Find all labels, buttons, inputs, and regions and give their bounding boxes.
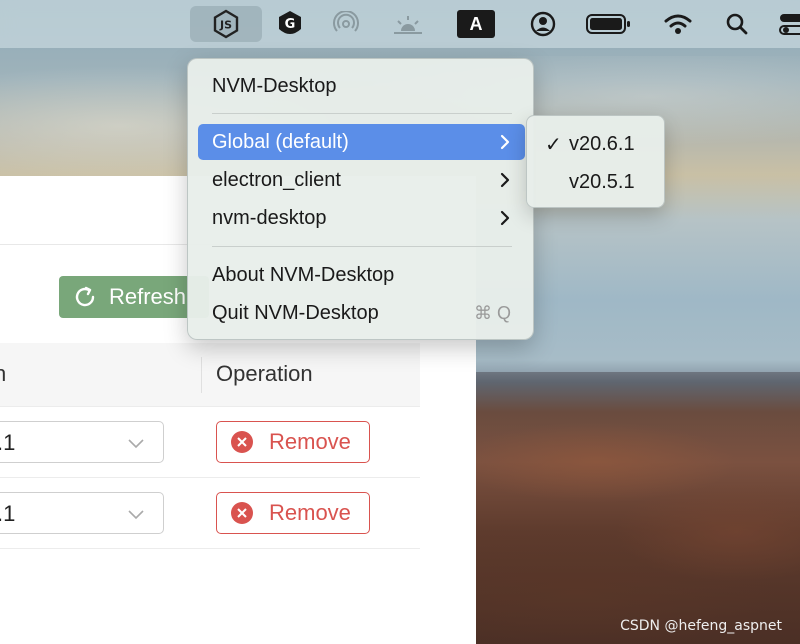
wallpaper-landscape	[476, 372, 800, 644]
close-circle-icon	[231, 502, 253, 524]
table-row: .1 Remove	[0, 407, 420, 478]
menu-bar: JS G A	[0, 0, 800, 48]
brightness-icon	[394, 16, 422, 34]
submenu-item-label: v20.5.1	[569, 171, 635, 193]
remove-button[interactable]: Remove	[216, 492, 370, 534]
refresh-icon	[75, 286, 95, 307]
table-row: .1 Remove	[0, 478, 420, 549]
menu-item-electron-client[interactable]: electron_client	[198, 162, 525, 198]
menu-item-about[interactable]: About NVM-Desktop	[198, 257, 525, 293]
submenu-item-label: v20.6.1	[569, 133, 635, 155]
tray-dropdown-menu: NVM-Desktop Global (default) electron_cl…	[187, 58, 534, 340]
versions-table: n Operation .1 Remove .1	[0, 343, 420, 549]
checkmark-icon: ✓	[545, 134, 562, 156]
menu-item-label: Quit NVM-Desktop	[212, 302, 379, 324]
menu-separator	[212, 246, 512, 247]
control-center-icon	[779, 14, 800, 35]
column-header-operation: Operation	[216, 361, 313, 386]
remove-label: Remove	[269, 429, 351, 454]
submenu-item-v20-6-1[interactable]: ✓ v20.6.1	[533, 126, 660, 160]
input-source-icon: A	[457, 10, 495, 38]
chevron-right-icon	[500, 172, 510, 188]
airdrop-tray-item[interactable]	[330, 6, 362, 42]
menu-title: NVM-Desktop	[198, 68, 525, 104]
menu-title-label: NVM-Desktop	[212, 75, 337, 97]
chevron-right-icon	[500, 210, 510, 226]
column-header-version: n	[0, 361, 7, 386]
version-select[interactable]: .1	[0, 492, 164, 534]
remove-button[interactable]: Remove	[216, 421, 370, 463]
svg-text:JS: JS	[219, 19, 232, 32]
version-select[interactable]: .1	[0, 421, 164, 463]
spotlight-tray-item[interactable]	[722, 6, 752, 42]
menu-item-global[interactable]: Global (default)	[198, 124, 525, 160]
version-select-value: .1	[0, 501, 16, 526]
column-separator	[201, 357, 202, 393]
input-source-tray-item[interactable]: A	[456, 6, 496, 42]
watermark: CSDN @hefeng_aspnet	[620, 618, 782, 634]
svg-text:G: G	[285, 17, 296, 32]
input-source-label: A	[469, 13, 483, 34]
chevron-down-icon	[128, 510, 144, 520]
user-tray-item[interactable]	[528, 6, 558, 42]
menu-separator	[212, 113, 512, 114]
battery-tray-item[interactable]	[584, 6, 632, 42]
airdrop-icon	[333, 11, 359, 32]
chevron-down-icon	[128, 439, 144, 449]
menu-item-label: electron_client	[212, 169, 341, 191]
close-circle-icon	[231, 431, 253, 453]
wifi-icon	[664, 14, 692, 34]
chevron-right-icon	[500, 134, 510, 150]
quit-shortcut: ⌘ Q	[473, 303, 511, 323]
remove-label: Remove	[269, 500, 351, 525]
menu-item-label: nvm-desktop	[212, 207, 327, 229]
g-app-tray-item[interactable]: G	[272, 6, 308, 42]
global-version-submenu: ✓ v20.6.1 v20.5.1	[526, 115, 665, 208]
menu-item-quit[interactable]: Quit NVM-Desktop ⌘ Q	[198, 295, 525, 331]
menu-item-label: Global (default)	[212, 131, 349, 153]
version-select-value: .1	[0, 430, 16, 455]
nodejs-icon: JS	[213, 9, 239, 39]
nvm-desktop-tray-item[interactable]: JS	[190, 6, 262, 42]
wifi-tray-item[interactable]	[660, 6, 696, 42]
control-center-tray-item[interactable]	[778, 6, 800, 42]
brightness-tray-item[interactable]	[390, 6, 426, 42]
menu-item-label: About NVM-Desktop	[212, 264, 395, 286]
battery-icon	[586, 14, 630, 34]
submenu-item-v20-5-1[interactable]: v20.5.1	[533, 164, 660, 198]
g-app-icon: G	[279, 11, 301, 34]
refresh-label: Refresh	[109, 284, 187, 309]
user-icon	[530, 11, 556, 37]
search-icon	[726, 13, 748, 35]
menu-item-nvm-desktop[interactable]: nvm-desktop	[198, 200, 525, 236]
table-header: n Operation	[0, 343, 420, 407]
